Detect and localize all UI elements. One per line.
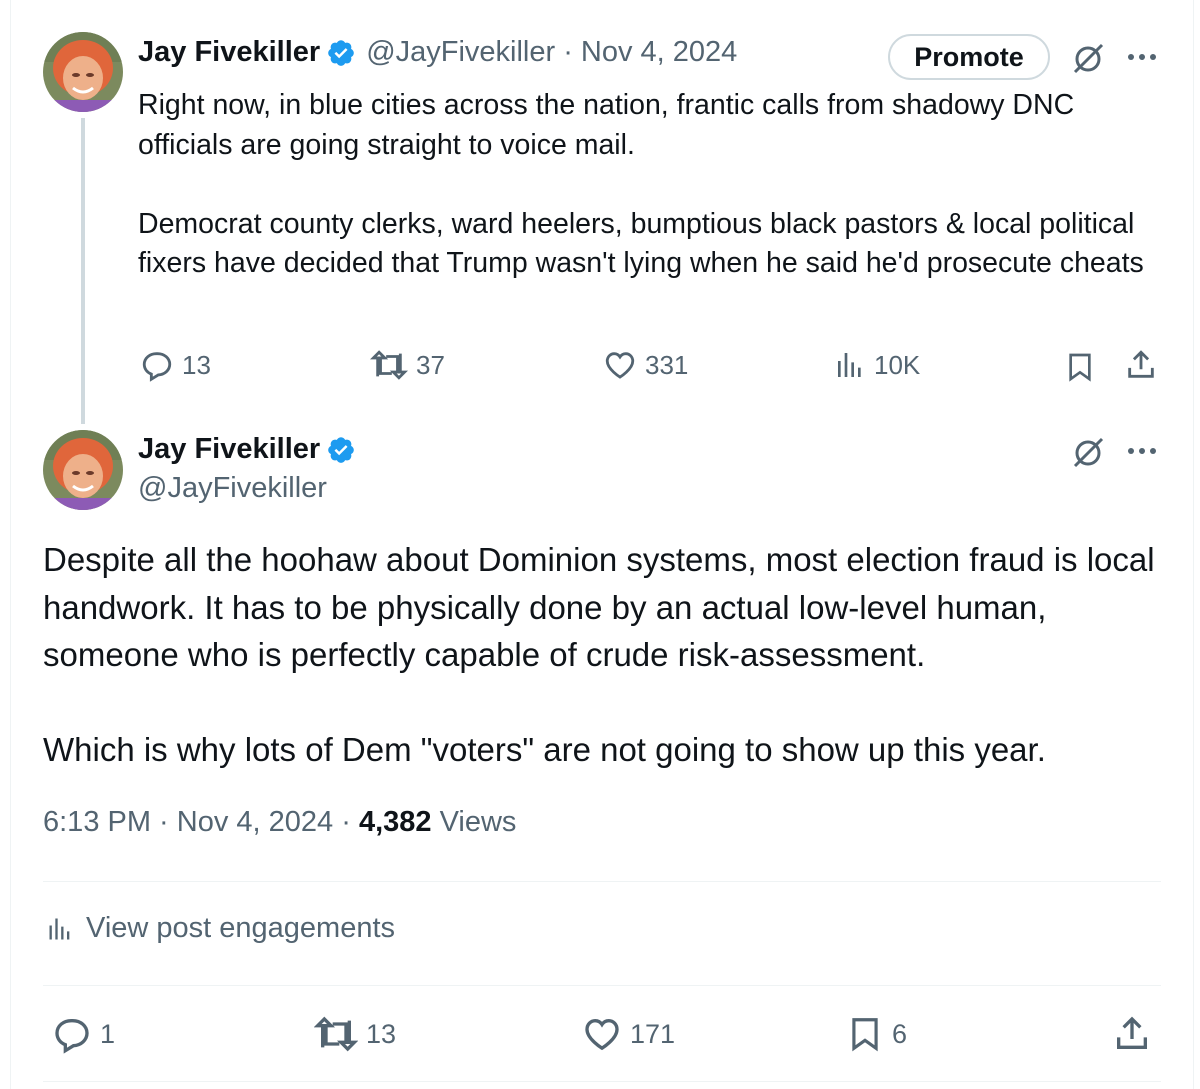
like-button[interactable]: 331 [603,348,688,382]
tweet1-paragraph: Democrat county clerks, ward heelers, bu… [138,207,1144,280]
more-icon[interactable] [1126,50,1158,69]
bookmark-icon [852,1018,878,1052]
more-icon[interactable] [1126,444,1158,463]
reply-count: 13 [182,349,211,380]
reply-button[interactable]: 13 [140,348,211,382]
repost-count: 37 [416,349,445,380]
views-label: Views [431,806,517,838]
tweet1-text: Right now, in blue cities across the nat… [138,86,1168,284]
views-button[interactable]: 10K [834,348,920,382]
tweet2-header: Jay Fivekiller [138,433,356,466]
views-number: 4,382 [358,806,432,838]
divider [43,985,1161,986]
author-handle[interactable]: @JayFivekiller [138,472,327,505]
bookmark-icon[interactable] [1064,350,1096,389]
grok-icon[interactable] [1071,436,1105,475]
tweet1-paragraph: Right now, in blue cities across the nat… [138,89,1075,161]
avatar[interactable] [43,430,123,510]
like-count: 171 [630,1018,676,1049]
divider [43,881,1161,882]
views-icon [49,918,70,939]
reply-icon [55,1019,89,1054]
tweet2-meta: 6:13 PM · Nov 4, 2024 · 4,382 Views [43,806,516,839]
repost-button[interactable]: 37 [370,348,445,382]
post-timestamp[interactable]: 6:13 PM · Nov 4, 2024 · [43,806,359,838]
tweet1-header: Jay Fivekiller @JayFivekiller · Nov 4, 2… [138,36,737,69]
bookmark-button[interactable]: 6 [846,1014,907,1054]
verified-badge-icon [326,38,356,68]
author-name[interactable]: Jay Fivekiller [138,433,320,466]
verified-badge-icon [326,435,356,465]
promote-button[interactable]: Promote [888,34,1050,80]
like-count: 331 [645,349,689,380]
repost-icon [314,1016,358,1052]
share-icon[interactable] [1112,1014,1152,1059]
reply-count: 1 [100,1018,116,1049]
views-icon [838,353,861,377]
share-icon[interactable] [1124,348,1158,387]
like-button[interactable]: 171 [582,1014,675,1054]
repost-icon [370,350,408,380]
tweet2-text: Despite all the hoohaw about Dominion sy… [43,536,1173,774]
repost-button[interactable]: 13 [314,1014,396,1054]
views-count: 10K [874,349,921,380]
handle-and-date[interactable]: @JayFivekiller · Nov 4, 2024 [366,36,737,69]
tweet2-paragraph: Which is why lots of Dem "voters" are no… [43,731,1046,768]
grok-icon[interactable] [1071,42,1105,81]
bookmark-count: 6 [892,1018,908,1049]
thread-connector [81,118,85,424]
reply-icon [142,352,172,382]
repost-count: 13 [366,1018,397,1049]
view-engagements-link[interactable]: View post engagements [46,912,395,945]
avatar[interactable] [43,32,123,112]
author-name[interactable]: Jay Fivekiller [138,36,320,69]
like-icon [585,1018,619,1051]
reply-button[interactable]: 1 [52,1014,115,1054]
engagements-label: View post engagements [86,912,396,944]
like-icon [605,352,635,379]
divider [43,1081,1161,1082]
tweet2-paragraph: Despite all the hoohaw about Dominion sy… [43,541,1155,673]
